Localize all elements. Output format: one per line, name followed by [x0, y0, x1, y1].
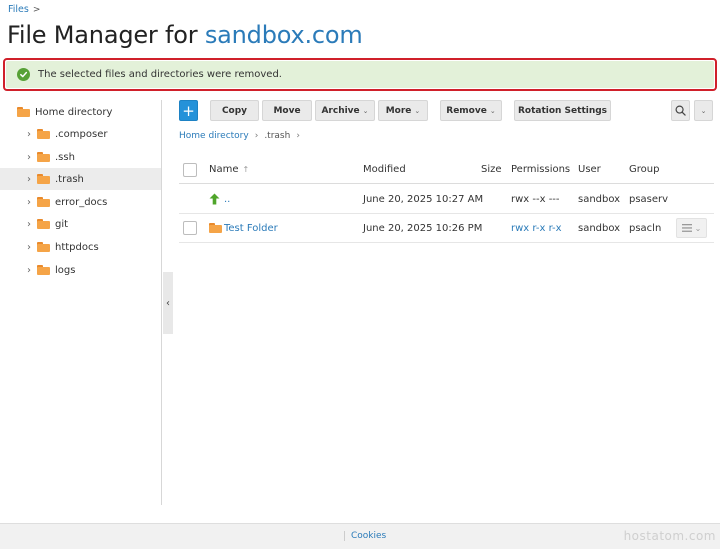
tree-item-composer[interactable]: › .composer: [0, 123, 161, 145]
column-header-group[interactable]: Group: [629, 156, 659, 183]
table-row[interactable]: .. June 20, 2025 10:27 AM rwx --x --- sa…: [179, 185, 714, 214]
tree-item-label: Home directory: [35, 106, 113, 118]
search-icon: [675, 105, 686, 116]
chevron-right-icon[interactable]: ›: [24, 265, 34, 276]
tree-item-label: logs: [55, 264, 76, 276]
row-permissions: rwx --x ---: [511, 193, 560, 205]
folder-icon: [37, 242, 50, 252]
folder-icon: [37, 219, 50, 229]
chevron-right-icon[interactable]: ›: [24, 174, 34, 185]
success-alert-message: The selected files and directories were …: [38, 69, 282, 80]
chevron-right-icon[interactable]: ›: [24, 129, 34, 140]
tree-item-home-directory[interactable]: Home directory: [0, 101, 161, 123]
path-separator: ›: [296, 131, 300, 141]
folder-icon: [37, 174, 50, 184]
chevron-down-icon: ⌄: [489, 106, 496, 115]
view-options-button[interactable]: ⌄: [694, 100, 713, 121]
path-current: .trash: [264, 131, 291, 141]
rotation-settings-button[interactable]: Rotation Settings: [514, 100, 611, 121]
column-header-name[interactable]: Name ↑: [209, 156, 249, 183]
column-header-permissions[interactable]: Permissions: [511, 156, 570, 183]
tree-item-label: error_docs: [55, 196, 108, 208]
chevron-down-icon: ⌄: [700, 106, 707, 115]
folder-name-link[interactable]: Test Folder: [224, 223, 278, 234]
check-circle-icon: [17, 68, 30, 81]
tree-item-trash[interactable]: › .trash: [0, 168, 161, 190]
tree-item-git[interactable]: › git: [0, 213, 161, 235]
chevron-right-icon[interactable]: ›: [24, 197, 34, 208]
archive-button-label: Archive: [321, 105, 360, 116]
select-all-checkbox[interactable]: [183, 162, 197, 177]
folder-icon: [37, 265, 50, 275]
column-header-name-label: Name: [209, 164, 239, 175]
breadcrumb-separator: >: [32, 4, 41, 15]
more-button-label: More: [385, 105, 412, 116]
row-actions-menu-button[interactable]: ⌄: [676, 218, 707, 238]
chevron-right-icon[interactable]: ›: [24, 152, 34, 163]
row-permissions-link[interactable]: rwx r-x r-x: [511, 214, 562, 242]
path-breadcrumb: Home directory › .trash ›: [179, 131, 300, 141]
row-modified: June 20, 2025 10:27 AM: [363, 193, 484, 205]
chevron-down-icon: ⌄: [414, 106, 421, 115]
sidebar-collapse-handle[interactable]: ‹: [163, 272, 173, 334]
arrow-up-icon: [209, 193, 220, 205]
path-separator: ›: [254, 131, 259, 141]
row-user: sandbox: [578, 193, 621, 205]
folder-icon: [37, 152, 50, 162]
row-group: psaserv: [629, 193, 669, 205]
row-group: psacln: [629, 222, 662, 234]
remove-button[interactable]: Remove ⌄: [440, 100, 502, 121]
path-home-link[interactable]: Home directory: [179, 131, 249, 141]
breadcrumb-files-link[interactable]: Files: [8, 4, 29, 15]
row-checkbox[interactable]: [183, 221, 197, 235]
column-header-modified[interactable]: Modified: [363, 156, 406, 183]
folder-icon: [37, 129, 50, 139]
cookies-link[interactable]: Cookies: [344, 531, 386, 541]
menu-icon: [681, 224, 692, 232]
parent-directory-link[interactable]: ..: [224, 194, 230, 205]
tree-item-httpdocs[interactable]: › httpdocs: [0, 236, 161, 258]
chevron-right-icon[interactable]: ›: [24, 242, 34, 253]
folder-icon: [37, 197, 50, 207]
tree-item-label: git: [55, 218, 69, 230]
page-title: File Manager for sandbox.com: [7, 21, 363, 49]
table-header: Name ↑ Modified Size Permissions User Gro…: [179, 156, 714, 184]
success-alert: The selected files and directories were …: [3, 58, 717, 91]
success-alert-body: The selected files and directories were …: [6, 61, 714, 88]
tree-item-label: httpdocs: [55, 241, 99, 253]
page-title-domain-link[interactable]: sandbox.com: [205, 21, 363, 49]
tree-item-label: .ssh: [55, 151, 75, 163]
table-row[interactable]: Test Folder June 20, 2025 10:26 PM rwx r…: [179, 214, 714, 243]
page-title-prefix: File Manager for: [7, 21, 205, 49]
more-button[interactable]: More ⌄: [378, 100, 428, 121]
row-user: sandbox: [578, 222, 621, 234]
chevron-left-icon: ‹: [166, 297, 170, 309]
move-button[interactable]: Move: [262, 100, 312, 121]
breadcrumb: Files >: [8, 4, 40, 15]
file-toolbar: + Copy Move Archive ⌄ More ⌄ Remove ⌄ Rotat…: [179, 100, 714, 122]
copy-button[interactable]: Copy: [210, 100, 259, 121]
remove-button-label: Remove: [446, 105, 487, 116]
column-header-user[interactable]: User: [578, 156, 601, 183]
sort-arrow-icon: ↑: [242, 165, 250, 174]
directory-tree: Home directory › .composer › .ssh › .tra…: [0, 100, 162, 505]
chevron-down-icon: ⌄: [362, 106, 369, 115]
chevron-down-icon: ⌄: [694, 223, 702, 233]
folder-icon: [17, 107, 30, 117]
page-footer: Cookies hostatom.com: [0, 523, 720, 549]
tree-item-label: .composer: [55, 128, 108, 140]
column-header-size[interactable]: Size: [481, 156, 502, 183]
archive-button[interactable]: Archive ⌄: [315, 100, 375, 121]
tree-item-logs[interactable]: › logs: [0, 259, 161, 281]
folder-icon: [209, 223, 222, 233]
search-button[interactable]: [671, 100, 690, 121]
tree-item-error-docs[interactable]: › error_docs: [0, 191, 161, 213]
chevron-right-icon[interactable]: ›: [24, 219, 34, 230]
add-button[interactable]: +: [179, 100, 198, 121]
watermark-text: hostatom.com: [623, 529, 716, 543]
tree-item-label: .trash: [55, 173, 84, 185]
tree-item-ssh[interactable]: › .ssh: [0, 146, 161, 168]
row-modified: June 20, 2025 10:26 PM: [363, 222, 483, 234]
